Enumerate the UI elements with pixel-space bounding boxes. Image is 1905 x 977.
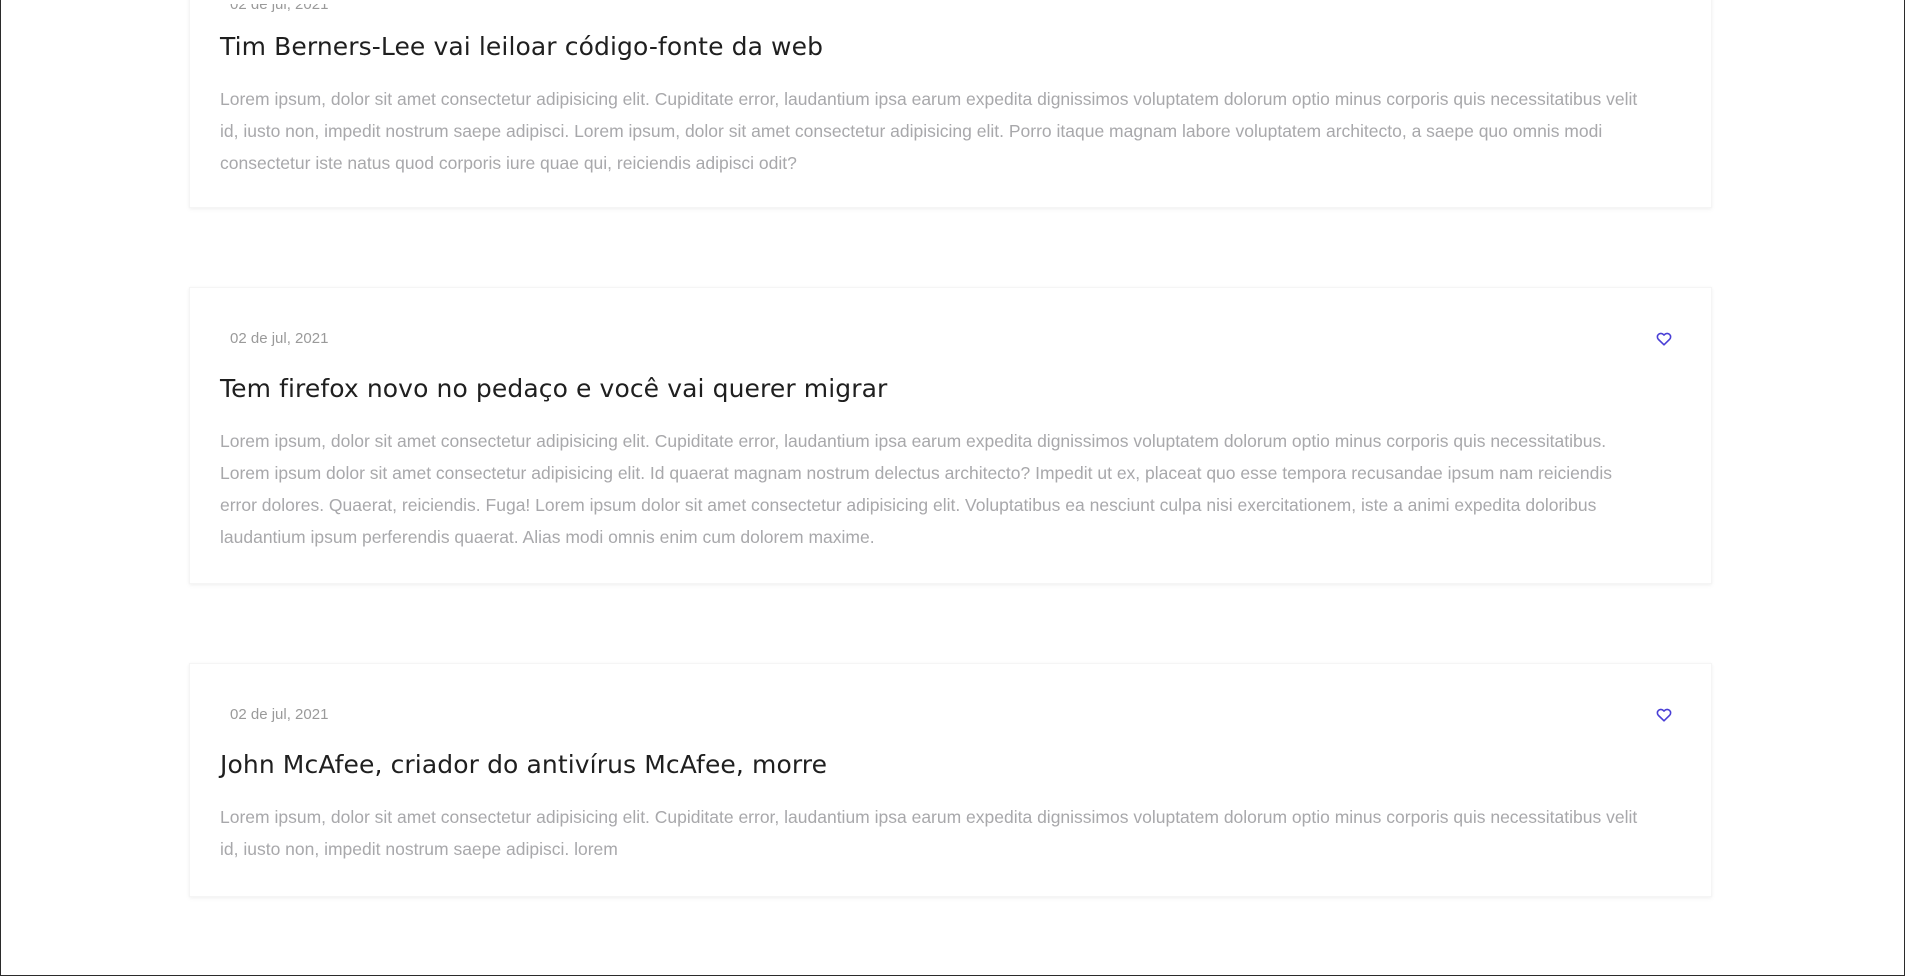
post-excerpt: Lorem ipsum, dolor sit amet consectetur …	[220, 431, 1612, 547]
post-date: 02 de jul, 2021	[230, 330, 329, 347]
post-card: 02 de jul, 2021 John McAfee, criador do …	[189, 663, 1712, 897]
post-title[interactable]: Tim Berners-Lee vai leiloar código-fonte…	[220, 32, 823, 61]
post-excerpt: Lorem ipsum, dolor sit amet consectetur …	[220, 807, 1638, 859]
heart-outline-icon	[1656, 332, 1672, 346]
heart-outline-icon	[1656, 708, 1672, 722]
like-button[interactable]	[1655, 329, 1673, 347]
post-title[interactable]: John McAfee, criador do antivírus McAfee…	[220, 750, 827, 779]
post-date: 02 de jul, 2021	[230, 0, 329, 13]
like-button[interactable]	[1655, 705, 1673, 723]
post-excerpt: Lorem ipsum, dolor sit amet consectetur …	[220, 89, 1638, 173]
post-title[interactable]: Tem firefox novo no pedaço e você vai qu…	[220, 374, 887, 403]
post-card: 02 de jul, 2021 Tem firefox novo no peda…	[189, 287, 1712, 584]
post-card: 02 de jul, 2021 Tim Berners-Lee vai leil…	[189, 0, 1712, 208]
post-date: 02 de jul, 2021	[230, 706, 329, 723]
